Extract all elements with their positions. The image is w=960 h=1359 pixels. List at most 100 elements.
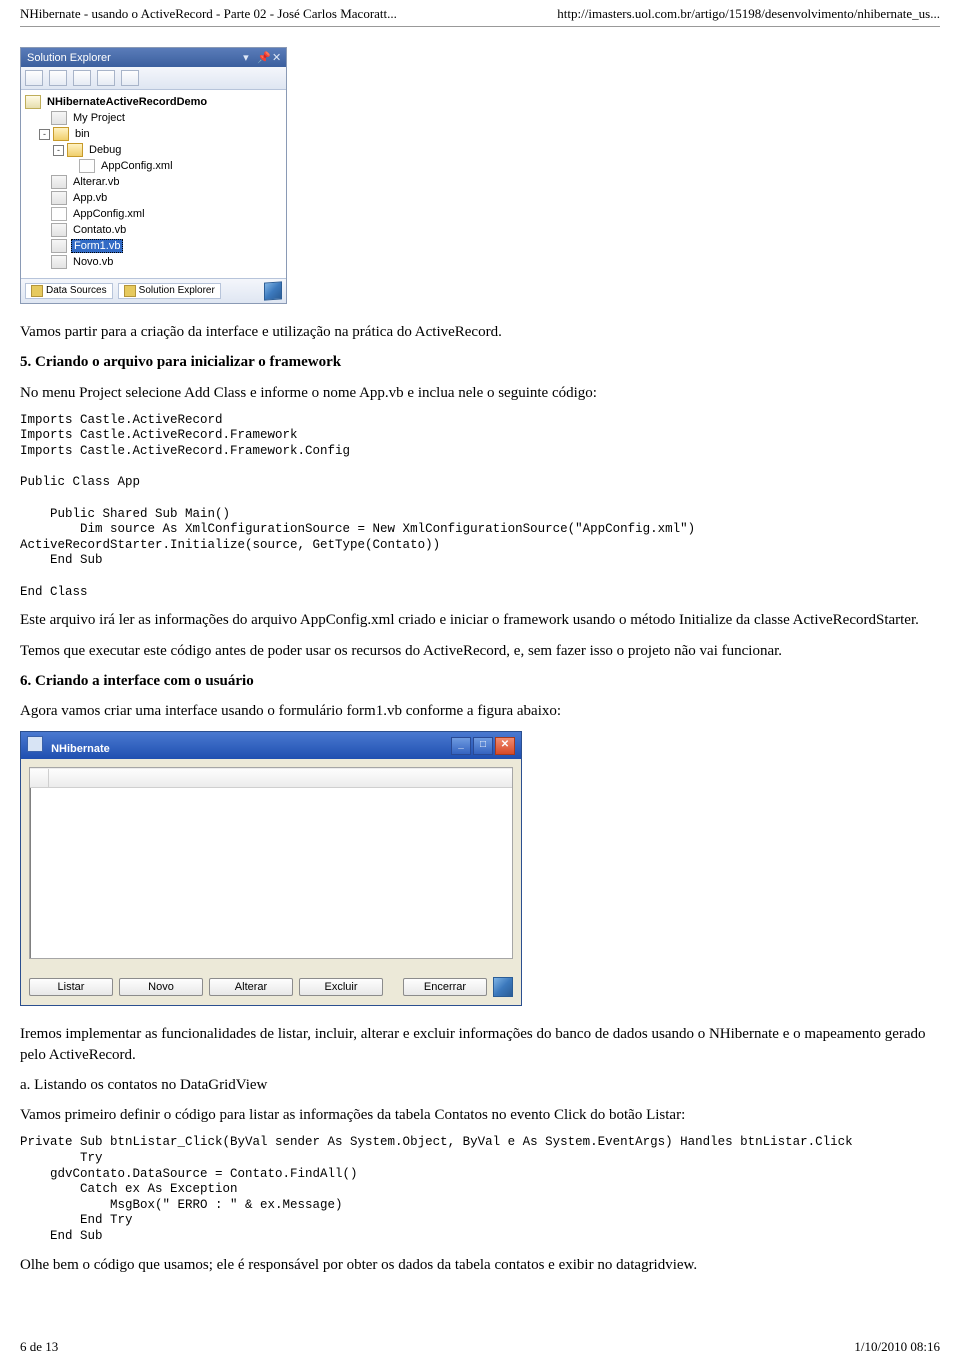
file-icon <box>51 111 67 125</box>
tree-expander <box>39 114 48 123</box>
grid-header <box>30 768 512 788</box>
tree-label: My Project <box>71 112 127 124</box>
xml-icon <box>51 207 67 221</box>
tree-expander <box>39 258 48 267</box>
tree-item[interactable]: App.vb <box>25 190 282 206</box>
solution-explorer-icon <box>124 285 136 297</box>
vb-icon <box>51 255 67 269</box>
vb-icon <box>51 239 67 253</box>
grid-corner <box>30 769 49 787</box>
panel-title-icons: ▾ 📌 ✕ <box>238 51 280 64</box>
tree-item[interactable]: Novo.vb <box>25 254 282 270</box>
paragraph: Este arquivo irá ler as informações do a… <box>20 610 940 630</box>
vb-icon <box>51 191 67 205</box>
tree-item[interactable]: My Project <box>25 110 282 126</box>
footer-page: 6 de 13 <box>20 1339 58 1355</box>
novo-button[interactable]: Novo <box>119 978 203 996</box>
tree-label: App.vb <box>71 192 109 204</box>
listar-button[interactable]: Listar <box>29 978 113 996</box>
tree-label: AppConfig.xml <box>99 160 175 172</box>
tree-label: AppConfig.xml <box>71 208 147 220</box>
datagridview[interactable] <box>29 767 513 959</box>
folder-icon <box>53 127 69 141</box>
excluir-button[interactable]: Excluir <box>299 978 383 996</box>
paragraph: Vamos primeiro definir o código para lis… <box>20 1105 940 1125</box>
dropdown-icon[interactable]: ▾ <box>242 51 250 64</box>
tree-expander <box>39 242 48 251</box>
tree-label-selected: Form1.vb <box>71 239 123 253</box>
tree-item[interactable]: - Debug <box>25 142 282 158</box>
minimize-button[interactable]: _ <box>451 737 471 755</box>
solution-explorer-title: Solution Explorer <box>27 52 111 64</box>
app-icon <box>27 736 43 752</box>
tree-item[interactable]: AppConfig.xml <box>25 206 282 222</box>
window-title: NHibernate <box>51 743 110 755</box>
solution-explorer-panel: Solution Explorer ▾ 📌 ✕ NHibernateActive… <box>20 47 287 304</box>
toolbar-button[interactable] <box>97 70 115 86</box>
alterar-button[interactable]: Alterar <box>209 978 293 996</box>
tree-label: Debug <box>87 144 123 156</box>
tree-label: bin <box>73 128 92 140</box>
section-heading: 5. Criando o arquivo para inicializar o … <box>20 352 940 372</box>
tree-item[interactable]: Form1.vb <box>25 238 282 254</box>
toolbar-button[interactable] <box>49 70 67 86</box>
paragraph: Agora vamos criar uma interface usando o… <box>20 701 940 721</box>
solution-explorer-titlebar: Solution Explorer ▾ 📌 ✕ <box>21 48 286 67</box>
tab-data-sources[interactable]: Data Sources <box>25 283 113 299</box>
header-left: NHibernate - usando o ActiveRecord - Par… <box>20 6 397 22</box>
footer-date: 1/10/2010 08:16 <box>854 1339 940 1355</box>
cube-icon <box>493 977 513 997</box>
header-right: http://imasters.uol.com.br/artigo/15198/… <box>557 6 940 22</box>
paragraph: No menu Project selecione Add Class e in… <box>20 383 940 403</box>
tab-label: Solution Explorer <box>139 285 215 296</box>
solution-tree: NHibernateActiveRecordDemo My Project - … <box>21 90 286 278</box>
tree-item[interactable]: - bin <box>25 126 282 142</box>
tab-label: Data Sources <box>46 285 107 296</box>
tree-expander <box>39 226 48 235</box>
toolbar-button[interactable] <box>121 70 139 86</box>
folder-icon <box>67 143 83 157</box>
close-button[interactable]: ✕ <box>495 737 515 755</box>
tree-expander <box>39 210 48 219</box>
tree-expander <box>67 162 76 171</box>
tree-label: Alterar.vb <box>71 176 121 188</box>
paragraph: Vamos partir para a criação da interface… <box>20 322 940 342</box>
close-icon[interactable]: ✕ <box>272 51 280 64</box>
tree-expander[interactable]: - <box>39 129 50 140</box>
page-header: NHibernate - usando o ActiveRecord - Par… <box>20 0 940 27</box>
toolbar-button[interactable] <box>25 70 43 86</box>
xml-icon <box>79 159 95 173</box>
code-block-listar: Private Sub btnListar_Click(ByVal sender… <box>20 1135 940 1244</box>
cube-icon <box>264 281 282 300</box>
encerrar-button[interactable]: Encerrar <box>403 978 487 996</box>
tab-solution-explorer[interactable]: Solution Explorer <box>118 283 221 299</box>
vb-icon <box>51 223 67 237</box>
tree-label: NHibernateActiveRecordDemo <box>45 96 209 108</box>
button-row: Listar Novo Alterar Excluir Encerrar <box>29 977 513 997</box>
toolbar-button[interactable] <box>73 70 91 86</box>
paragraph: Temos que executar este código antes de … <box>20 641 940 661</box>
tree-item[interactable]: AppConfig.xml <box>25 158 282 174</box>
code-block-app: Imports Castle.ActiveRecord Imports Cast… <box>20 413 940 601</box>
tree-expander[interactable]: - <box>53 145 64 156</box>
section-heading: 6. Criando a interface com o usuário <box>20 671 940 691</box>
tree-expander <box>39 178 48 187</box>
tree-project-node[interactable]: NHibernateActiveRecordDemo <box>25 94 282 110</box>
solution-explorer-toolbar <box>21 67 286 90</box>
window-body: Listar Novo Alterar Excluir Encerrar <box>21 759 521 1005</box>
tree-label: Novo.vb <box>71 256 115 268</box>
vb-icon <box>51 175 67 189</box>
window-titlebar: NHibernate _ □ ✕ <box>21 732 521 759</box>
tree-expander <box>39 194 48 203</box>
tree-item[interactable]: Contato.vb <box>25 222 282 238</box>
page-footer: 6 de 13 1/10/2010 08:16 <box>20 1335 940 1359</box>
data-sources-icon <box>31 285 43 297</box>
tree-item[interactable]: Alterar.vb <box>25 174 282 190</box>
paragraph: Iremos implementar as funcionalidades de… <box>20 1024 940 1065</box>
paragraph: Olhe bem o código que usamos; ele é resp… <box>20 1255 940 1275</box>
paragraph: a. Listando os contatos no DataGridView <box>20 1075 940 1095</box>
pin-icon[interactable]: 📌 <box>257 51 265 64</box>
maximize-button[interactable]: □ <box>473 737 493 755</box>
tree-label: Contato.vb <box>71 224 128 236</box>
solution-explorer-tabs: Data Sources Solution Explorer <box>21 278 286 303</box>
